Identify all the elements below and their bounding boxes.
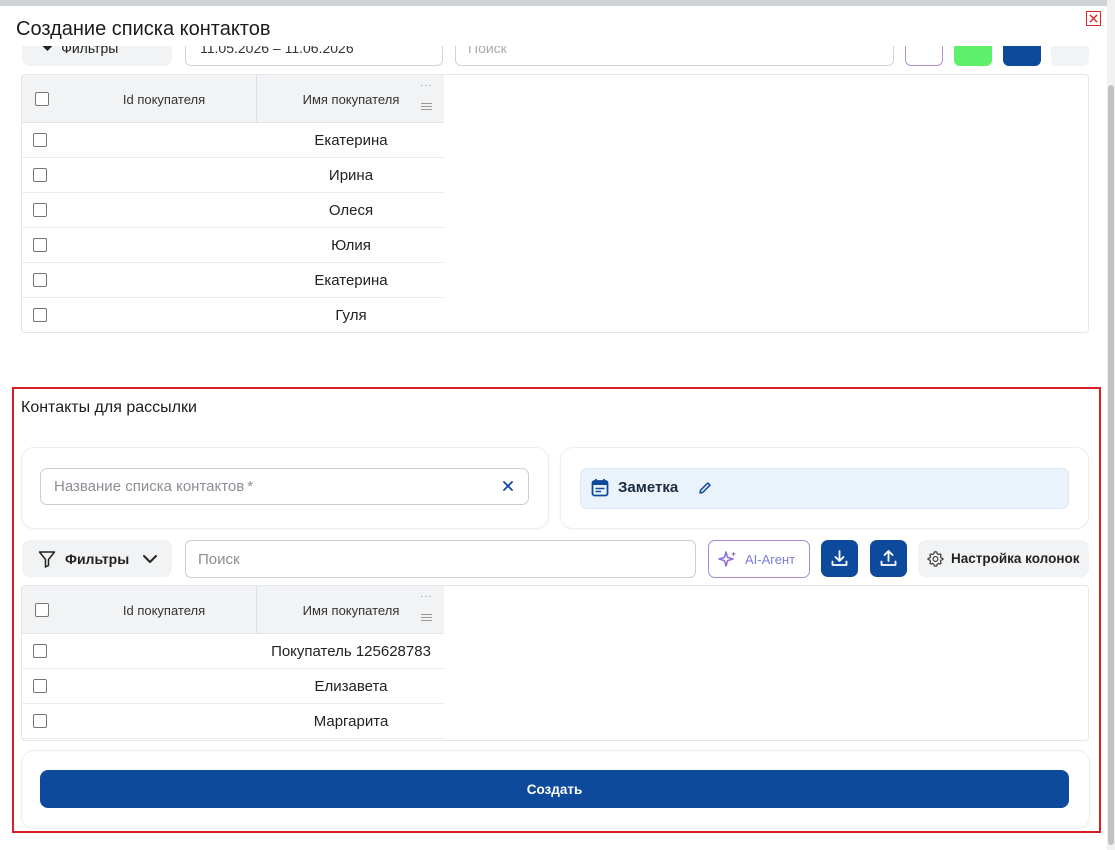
cell-name: Ирина: [328, 167, 374, 184]
download-button[interactable]: [821, 540, 858, 577]
column-settings-label: Настройка колонок: [951, 551, 1080, 566]
funnel-icon: [38, 551, 56, 568]
table-row[interactable]: Покупатель 125628783: [22, 634, 444, 669]
cell-name: Олеся: [328, 202, 374, 219]
top-green-button[interactable]: [954, 46, 992, 66]
table-row[interactable]: Олеся: [22, 193, 444, 228]
row-checkbox[interactable]: [33, 203, 47, 217]
table-header: Id покупателя Имя покупателя ···: [22, 586, 444, 634]
ai-agent-button[interactable]: AI-Агент: [708, 540, 810, 578]
ai-agent-label: AI-Агент: [745, 552, 796, 567]
table-row[interactable]: Маргарита: [22, 704, 444, 739]
row-checkbox[interactable]: [33, 133, 47, 147]
pencil-icon[interactable]: [698, 481, 712, 495]
top-date-range[interactable]: 11.05.2026 – 11.06.2026: [185, 46, 443, 66]
top-export-button[interactable]: [1003, 46, 1041, 66]
filter-button[interactable]: Фильтры: [22, 540, 172, 577]
top-search-input[interactable]: Поиск: [455, 46, 894, 66]
select-all-checkbox[interactable]: [35, 92, 49, 106]
select-all-checkbox[interactable]: [35, 603, 49, 617]
top-settings-button[interactable]: [1051, 46, 1089, 66]
chevron-down-icon: [143, 555, 157, 563]
table-row[interactable]: Гуля: [22, 298, 444, 332]
column-header-id[interactable]: Id покупателя: [72, 75, 257, 123]
list-name-placeholder: Название списка контактов: [54, 478, 245, 495]
filter-label: Фильтры: [65, 551, 130, 567]
sparkle-icon: [718, 551, 736, 567]
column-header-id[interactable]: Id покупателя: [72, 586, 257, 634]
column-settings-button[interactable]: Настройка колонок: [918, 540, 1089, 577]
gear-icon: [927, 551, 944, 567]
column-menu-icon[interactable]: ···: [420, 81, 432, 117]
cell-name: Маргарита: [313, 713, 389, 730]
calendar-icon: [591, 479, 609, 497]
table-header: Id покупателя Имя покупателя ···: [22, 75, 444, 123]
close-button[interactable]: [1086, 11, 1101, 26]
upload-icon: [880, 550, 897, 566]
column-menu-icon[interactable]: ···: [420, 592, 432, 628]
cell-name: Екатерина: [314, 272, 388, 289]
mailing-customers-table: Id покупателя Имя покупателя ··· Покупат…: [21, 585, 1089, 741]
note-label: Заметка: [618, 479, 679, 496]
table-row[interactable]: Елизавета: [22, 669, 444, 704]
cell-name: Гуля: [335, 307, 367, 324]
section-title: Контакты для рассылки: [21, 399, 197, 416]
row-checkbox[interactable]: [33, 238, 47, 252]
table-row[interactable]: Екатерина: [22, 263, 444, 298]
modal-title: Создание списка контактов: [16, 18, 271, 40]
create-button[interactable]: Создать: [40, 770, 1069, 808]
column-header-name[interactable]: Имя покупателя: [258, 75, 444, 123]
required-mark: *: [247, 478, 254, 495]
table-row[interactable]: Екатерина: [22, 123, 444, 158]
backdrop-strip: [0, 0, 1115, 6]
row-checkbox[interactable]: [33, 168, 47, 182]
top-filter-button[interactable]: ⏷ Фильтры: [22, 46, 172, 66]
cell-name: Покупатель 125628783: [271, 643, 431, 660]
cell-name: Екатерина: [314, 132, 388, 149]
list-name-input[interactable]: Название списка контактов *: [40, 468, 529, 505]
row-checkbox[interactable]: [33, 308, 47, 322]
funnel-icon: ⏷: [42, 46, 54, 56]
search-input[interactable]: Поиск: [185, 540, 696, 578]
row-checkbox[interactable]: [33, 644, 47, 658]
clear-x-icon[interactable]: [500, 478, 516, 494]
download-icon: [831, 550, 848, 566]
upload-button[interactable]: [870, 540, 907, 577]
row-checkbox[interactable]: [33, 714, 47, 728]
table-row[interactable]: Юлия: [22, 228, 444, 263]
top-customers-table: Id покупателя Имя покупателя ··· Екатери…: [21, 74, 1089, 333]
scrollbar-thumb[interactable]: [1108, 85, 1114, 845]
row-checkbox[interactable]: [33, 679, 47, 693]
column-header-name[interactable]: Имя покупателя: [258, 586, 444, 634]
top-ai-button[interactable]: [905, 46, 943, 66]
top-toolbar: ⏷ Фильтры 11.05.2026 – 11.06.2026 Поиск: [0, 46, 1100, 66]
cell-name: Юлия: [331, 237, 371, 254]
row-checkbox[interactable]: [33, 273, 47, 287]
close-icon: [1089, 14, 1098, 23]
cell-name: Елизавета: [314, 678, 388, 695]
table-row[interactable]: Ирина: [22, 158, 444, 193]
top-filter-label: Фильтры: [61, 46, 119, 56]
